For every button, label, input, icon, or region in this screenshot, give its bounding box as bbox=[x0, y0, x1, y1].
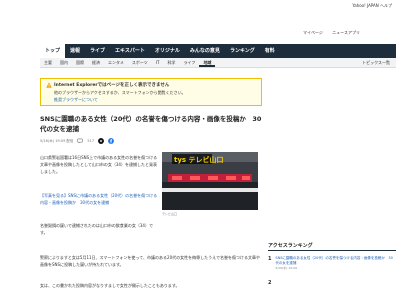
facebook-share-icon[interactable] bbox=[108, 138, 115, 144]
nav-top[interactable]: トップ bbox=[40, 44, 66, 58]
warning-icon bbox=[46, 82, 52, 88]
ranking-item[interactable]: 1 SNSに園職のある女性（20代）の名誉を傷つける内容・画像を投稿か 30代の… bbox=[268, 256, 396, 271]
article-paragraph-3: 警察によりますと女は5月11日、スマートフォンを使って、市議のある20代の女性を… bbox=[40, 255, 261, 267]
article-paragraph-2: 名誉毀損の疑いで逮捕されたのは山口市の飲食業の女（34）です。 bbox=[40, 223, 153, 235]
comment-icon[interactable] bbox=[77, 138, 84, 144]
ranking-number: 1 bbox=[268, 256, 272, 262]
cat-local[interactable]: 地域 bbox=[199, 58, 216, 67]
nav-expert[interactable]: エキスパート bbox=[110, 44, 150, 58]
cat-main[interactable]: 主要 bbox=[40, 58, 56, 67]
nav-paid[interactable]: 有料 bbox=[260, 44, 280, 58]
x-share-icon[interactable] bbox=[98, 138, 105, 144]
ranking-divider bbox=[268, 250, 396, 251]
cat-entertainment[interactable]: エンタメ bbox=[104, 58, 128, 67]
ranking-title-text[interactable]: SNSに園職のある女性（20代）の名誉を傷つける内容・画像を投稿か 30代の女を… bbox=[275, 256, 396, 266]
ie-notice: Internet Explorerではページを正しく表示できません 他のブラウザ… bbox=[40, 78, 262, 106]
cat-sports[interactable]: スポーツ bbox=[128, 58, 152, 67]
ie-notice-text: 他のブラウザーからアクセスするか、スマートフォンから閲覧ください。 bbox=[54, 90, 186, 95]
ranking-time: 5/16(木) 19:09 bbox=[275, 266, 298, 270]
comment-count[interactable]: 517 bbox=[87, 139, 94, 143]
ranking-number: 2 bbox=[268, 280, 272, 286]
news-app-link[interactable]: ニュースアプリ bbox=[332, 30, 360, 35]
main-nav: トップ 速報 ライブ エキスパート オリジナル みんなの意見 ランキング 有料 bbox=[40, 44, 396, 58]
ie-notice-title: Internet Explorerではページを正しく表示できません bbox=[54, 83, 170, 88]
article-paragraph-4: 女は、この書かれた投稿内容がなりすましで女性が開示したこともあります。 bbox=[40, 283, 180, 288]
cat-economy[interactable]: 経済 bbox=[88, 58, 104, 67]
police-car-image: tys テレビ山口 bbox=[162, 152, 258, 210]
article-photo[interactable]: tys テレビ山口 bbox=[162, 152, 258, 210]
ie-notice-link[interactable]: 推奨ブラウザーについて bbox=[54, 97, 256, 103]
ranking-item[interactable]: 2 bbox=[268, 280, 396, 286]
ranking-title: アクセスランキング bbox=[268, 243, 313, 249]
nav-ranking[interactable]: ランキング bbox=[225, 44, 260, 58]
nav-original[interactable]: オリジナル bbox=[150, 44, 185, 58]
top-bar: Yahoo! JAPAN ヘルプ bbox=[0, 0, 400, 20]
mypage-link[interactable]: マイページ bbox=[303, 30, 323, 35]
header-row: マイページ ニュースアプリ bbox=[0, 20, 400, 44]
article-meta: 5/16(木) 19:09 配信 517 bbox=[40, 137, 260, 145]
publish-date: 5/16(木) 19:09 配信 bbox=[40, 138, 74, 143]
cat-science[interactable]: 科学 bbox=[163, 58, 179, 67]
cat-domestic[interactable]: 国内 bbox=[56, 58, 72, 67]
photo-related-link[interactable]: 【写真を見る】SNSに市議のある女性（20代）の名誉を傷つける内容・画像を投稿か… bbox=[40, 192, 158, 206]
header-right-links: マイページ ニュースアプリ bbox=[295, 30, 360, 36]
topics-list-link[interactable]: トピックス一覧 bbox=[362, 58, 396, 67]
nav-breaking[interactable]: 速報 bbox=[65, 44, 85, 58]
cat-it[interactable]: IT bbox=[152, 58, 164, 67]
top-links[interactable]: Yahoo! JAPAN ヘルプ bbox=[352, 3, 392, 9]
nav-live[interactable]: ライブ bbox=[85, 44, 110, 58]
photo-caption: テレビ山口 bbox=[162, 212, 178, 216]
category-nav: 主要 国内 国際 経済 エンタメ スポーツ IT 科学 ライフ 地域 トピックス… bbox=[40, 58, 396, 68]
cat-life[interactable]: ライフ bbox=[179, 58, 199, 67]
article-paragraph-1: 山口県警岩国署は16日SNS上で市議のある女性の名誉を傷つける文章や画像を投稿し… bbox=[40, 155, 158, 174]
cat-world[interactable]: 国際 bbox=[72, 58, 88, 67]
nav-opinions[interactable]: みんなの意見 bbox=[185, 44, 225, 58]
tys-logo: tys テレビ山口 bbox=[174, 155, 224, 164]
article-headline: SNSに園職のある女性（20代）の名誉を傷つける内容・画像を投稿か 30代の女を… bbox=[40, 115, 262, 133]
